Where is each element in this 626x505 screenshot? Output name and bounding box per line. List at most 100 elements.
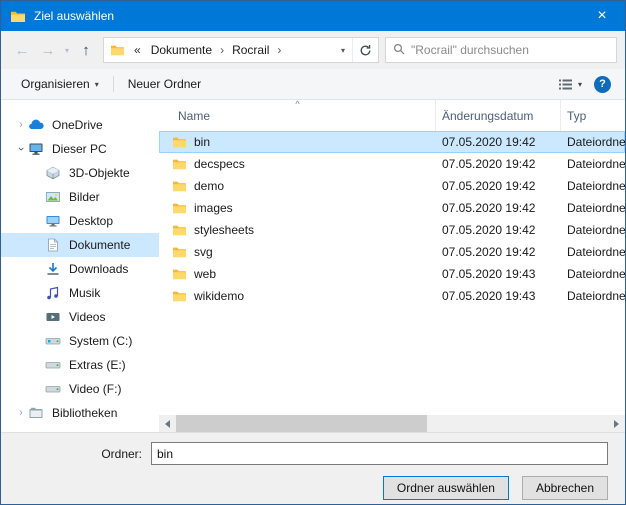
sidebar-item-musik[interactable]: Musik (1, 281, 159, 305)
scroll-right-icon[interactable] (608, 415, 625, 432)
libraries-icon (28, 406, 45, 420)
file-row[interactable]: svg 07.05.2020 19:42 Dateiordner (159, 241, 625, 263)
address-dropdown-chevron-icon[interactable]: ▾ (334, 46, 352, 55)
drive-icon (45, 358, 62, 372)
system-drive-icon (45, 334, 62, 348)
file-modified-date: 07.05.2020 19:42 (436, 135, 561, 149)
file-name: svg (194, 245, 213, 259)
toolbar-divider (113, 76, 114, 92)
file-modified-date: 07.05.2020 19:43 (436, 289, 561, 303)
sidebar-item-videos[interactable]: Videos (1, 305, 159, 329)
chevron-right-icon[interactable]: › (14, 407, 28, 419)
back-button[interactable]: ← (9, 37, 35, 63)
documents-icon (45, 238, 62, 252)
horizontal-scrollbar[interactable] (159, 415, 625, 432)
file-row[interactable]: decspecs 07.05.2020 19:42 Dateiordner (159, 153, 625, 175)
help-icon[interactable]: ? (594, 76, 611, 93)
breadcrumb-item-rocrail[interactable]: Rocrail (226, 43, 275, 57)
file-row[interactable]: bin 07.05.2020 19:42 Dateiordner (159, 131, 625, 153)
breadcrumb-item-dokumente[interactable]: Dokumente (145, 43, 218, 57)
file-type: Dateiordner (561, 245, 625, 259)
file-row[interactable]: stylesheets 07.05.2020 19:42 Dateiordner (159, 219, 625, 241)
sidebar-item-3d-objekte[interactable]: 3D-Objekte (1, 161, 159, 185)
chevron-right-icon[interactable]: › (14, 119, 28, 131)
recent-locations-chevron-icon[interactable]: ▾ (61, 46, 73, 55)
sidebar-item-video-f[interactable]: Video (F:) (1, 377, 159, 401)
breadcrumb-overflow-icon[interactable]: « (130, 43, 145, 57)
sidebar-item-onedrive[interactable]: › OneDrive (1, 113, 159, 137)
file-modified-date: 07.05.2020 19:42 (436, 245, 561, 259)
sidebar-item-downloads[interactable]: Downloads (1, 257, 159, 281)
new-folder-button[interactable]: Neuer Ordner (128, 77, 201, 91)
folder-icon (172, 290, 187, 302)
scrollbar-track[interactable] (176, 415, 608, 432)
chevron-down-icon: ▾ (578, 80, 582, 89)
up-button[interactable]: ↑ (73, 37, 99, 63)
file-row[interactable]: web 07.05.2020 19:43 Dateiordner (159, 263, 625, 285)
drive-icon (45, 382, 62, 396)
file-type: Dateiordner (561, 223, 625, 237)
downloads-icon (45, 262, 62, 276)
file-modified-date: 07.05.2020 19:42 (436, 201, 561, 215)
scrollbar-thumb[interactable] (176, 415, 427, 432)
file-name: wikidemo (194, 289, 244, 303)
chevron-down-icon: ▾ (95, 80, 99, 89)
file-type: Dateiordner (561, 201, 625, 215)
refresh-icon[interactable] (352, 38, 378, 62)
select-folder-button[interactable]: Ordner auswählen (383, 476, 509, 500)
file-row[interactable]: wikidemo 07.05.2020 19:43 Dateiordner (159, 285, 625, 307)
folder-icon (172, 224, 187, 236)
dialog-footer: Ordner: Ordner auswählen Abbrechen (1, 432, 625, 504)
file-modified-date: 07.05.2020 19:42 (436, 223, 561, 237)
folder-label: Ordner: (1, 447, 151, 461)
cancel-button[interactable]: Abbrechen (522, 476, 608, 500)
sidebar-item-bilder[interactable]: Bilder (1, 185, 159, 209)
toolbar: Organisieren ▾ Neuer Ordner ▾ ? (1, 69, 625, 100)
onedrive-cloud-icon (28, 118, 45, 132)
sidebar-item-dieser-pc[interactable]: › Dieser PC (1, 137, 159, 161)
scroll-left-icon[interactable] (159, 415, 176, 432)
toolbar-right-group: ▾ ? (558, 76, 611, 93)
file-type: Dateiordner (561, 267, 625, 281)
column-header-date[interactable]: Änderungsdatum (436, 100, 561, 131)
dialog-buttons: Ordner auswählen Abbrechen (1, 476, 625, 500)
file-type: Dateiordner (561, 179, 625, 193)
forward-button[interactable]: → (35, 37, 61, 63)
folder-name-input[interactable] (151, 442, 608, 465)
search-icon (393, 43, 405, 58)
folder-icon (172, 202, 187, 214)
chevron-expanded-icon[interactable]: › (15, 142, 27, 156)
sidebar-item-bibliotheken[interactable]: › Bibliotheken (1, 401, 159, 425)
organize-button[interactable]: Organisieren ▾ (21, 77, 99, 91)
title-bar[interactable]: Ziel auswählen × (1, 1, 625, 31)
column-header-row: ^ Name Änderungsdatum Typ (159, 100, 625, 131)
file-list-pane: ^ Name Änderungsdatum Typ bin 07.05 (159, 100, 625, 432)
file-name: images (194, 201, 233, 215)
folder-icon (172, 180, 187, 192)
file-name: demo (194, 179, 224, 193)
file-name: web (194, 267, 216, 281)
folder-icon (10, 10, 26, 23)
file-row[interactable]: images 07.05.2020 19:42 Dateiordner (159, 197, 625, 219)
search-box[interactable] (385, 37, 617, 63)
music-icon (45, 286, 62, 300)
sidebar-item-system-c[interactable]: System (C:) (1, 329, 159, 353)
file-name: stylesheets (194, 223, 254, 237)
close-icon[interactable]: × (579, 1, 625, 31)
breadcrumb-separator-icon: › (275, 43, 283, 57)
file-type: Dateiordner (561, 289, 625, 303)
view-mode-button[interactable]: ▾ (558, 78, 582, 91)
computer-icon (28, 142, 45, 156)
content-area: › OneDrive › Dieser PC 3D-Objekte (1, 100, 625, 432)
file-name: decspecs (194, 157, 245, 171)
search-input[interactable] (411, 43, 609, 57)
sidebar-item-extras-e[interactable]: Extras (E:) (1, 353, 159, 377)
file-row[interactable]: demo 07.05.2020 19:42 Dateiordner (159, 175, 625, 197)
navigation-pane: › OneDrive › Dieser PC 3D-Objekte (1, 100, 159, 432)
sidebar-item-dokumente[interactable]: Dokumente (1, 233, 159, 257)
address-bar[interactable]: « Dokumente › Rocrail › ▾ (103, 37, 379, 63)
sidebar-item-desktop[interactable]: Desktop (1, 209, 159, 233)
select-destination-dialog: Ziel auswählen × ← → ▾ ↑ « Dokumente › R… (0, 0, 626, 505)
folder-input-row: Ordner: (1, 442, 625, 465)
column-header-type[interactable]: Typ (561, 100, 625, 131)
